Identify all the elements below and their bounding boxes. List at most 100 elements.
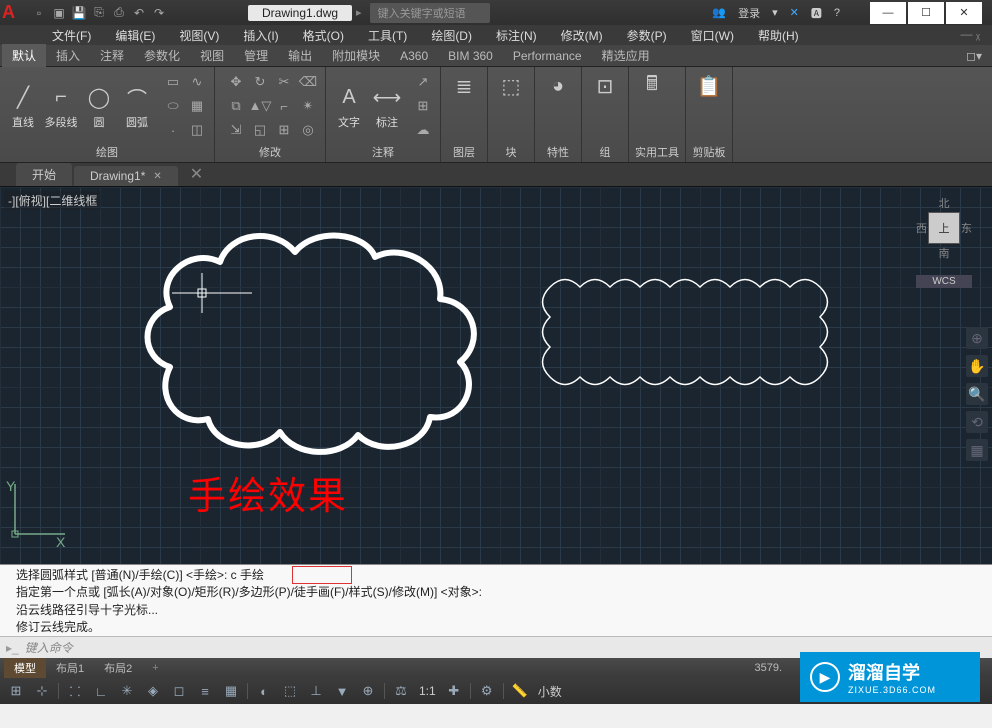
menu-view[interactable]: 视图(V) — [167, 25, 231, 45]
menu-modify[interactable]: 修改(M) — [549, 25, 615, 45]
ribbon-tab-insert[interactable]: 插入 — [46, 44, 90, 67]
fillet-icon[interactable]: ⌐ — [273, 95, 295, 117]
menubar-min-icon[interactable]: — ᵪ — [949, 25, 992, 45]
nav-zoom-icon[interactable]: 🔍 — [966, 383, 988, 405]
osnap-icon[interactable]: ◻ — [167, 681, 191, 701]
viewcube-south[interactable]: 南 — [916, 245, 972, 261]
nav-wheel-icon[interactable]: ⊕ — [966, 327, 988, 349]
viewcube[interactable]: 北 西 上 东 南 WCS — [916, 195, 972, 288]
ellipse-icon[interactable]: ⬭ — [162, 95, 184, 117]
ribbon-tab-output[interactable]: 输出 — [278, 44, 322, 67]
cycling-icon[interactable]: ◐ — [252, 681, 276, 701]
dynamicucs-icon[interactable]: ⊥ — [304, 681, 328, 701]
menu-help[interactable]: 帮助(H) — [746, 25, 811, 45]
ribbon-tab-manage[interactable]: 管理 — [234, 44, 278, 67]
ribbon-tab-home[interactable]: 默认 — [2, 44, 46, 67]
snapmode-icon[interactable]: ⸬ — [63, 681, 87, 701]
qat-new-icon[interactable]: ▫ — [30, 4, 48, 22]
lineweight-icon[interactable]: ≡ — [193, 681, 217, 701]
minimize-button[interactable]: — — [870, 2, 906, 24]
infocenter-search-icon[interactable]: 👥 — [712, 6, 726, 19]
menu-insert[interactable]: 插入(I) — [231, 25, 290, 45]
title-dropdown-icon[interactable]: ▸ — [356, 6, 362, 19]
ribbon-tab-addins[interactable]: 附加模块 — [322, 44, 390, 67]
maximize-button[interactable]: ☐ — [908, 2, 944, 24]
trim-icon[interactable]: ✂ — [273, 71, 295, 93]
signin-button[interactable]: 登录 — [738, 5, 760, 21]
sc-filter-icon[interactable]: ▼ — [330, 681, 354, 701]
table-icon[interactable]: ⊞ — [412, 95, 434, 117]
grid-icon[interactable]: ⊹ — [30, 681, 54, 701]
signin-dropdown-icon[interactable]: ▾ — [772, 6, 778, 19]
menu-draw[interactable]: 绘图(D) — [419, 25, 484, 45]
polar-icon[interactable]: ✳ — [115, 681, 139, 701]
block-button[interactable]: ⬚ — [494, 71, 528, 101]
menu-format[interactable]: 格式(O) — [291, 25, 356, 45]
scale-readout[interactable]: 1:1 — [415, 684, 440, 698]
viewcube-top[interactable]: 上 — [929, 213, 959, 243]
start-tab[interactable]: 开始 — [16, 163, 72, 186]
viewcube-west[interactable]: 西 — [916, 220, 927, 236]
point-icon[interactable]: · — [162, 119, 184, 141]
transparency-icon[interactable]: ▦ — [219, 681, 243, 701]
menu-parametric[interactable]: 参数(P) — [615, 25, 679, 45]
isodraft-icon[interactable]: ◈ — [141, 681, 165, 701]
gizmo-icon[interactable]: ⊕ — [356, 681, 380, 701]
offset-icon[interactable]: ◎ — [297, 119, 319, 141]
ribbon-tab-featured[interactable]: 精选应用 — [592, 44, 660, 67]
tab-close-icon[interactable]: ✕ — [153, 171, 161, 182]
menu-file[interactable]: 文件(F) — [40, 25, 103, 45]
qat-undo-icon[interactable]: ↶ — [130, 4, 148, 22]
help-search-input[interactable]: 键入关键字或短语 — [370, 3, 490, 23]
view-label[interactable]: -][俯视][二维线框 — [4, 191, 101, 210]
menu-tools[interactable]: 工具(T) — [356, 25, 419, 45]
menu-window[interactable]: 窗口(W) — [679, 25, 746, 45]
layout1-tab[interactable]: 布局1 — [46, 658, 94, 678]
ribbon-tab-annotate[interactable]: 注释 — [90, 44, 134, 67]
scale-icon[interactable]: ◱ — [249, 119, 271, 141]
new-tab-button[interactable]: ✕ — [180, 162, 213, 186]
units-icon[interactable]: 📏 — [508, 681, 532, 701]
command-input-placeholder[interactable]: 键入命令 — [25, 639, 73, 656]
exchange-icon[interactable]: ✕ — [790, 6, 799, 19]
array-icon[interactable]: ⊞ — [273, 119, 295, 141]
ortho-icon[interactable]: ∟ — [89, 681, 113, 701]
rect-icon[interactable]: ▭ — [162, 71, 184, 93]
hatch-icon[interactable]: ▦ — [186, 95, 208, 117]
close-button[interactable]: ✕ — [946, 2, 982, 24]
line-button[interactable]: ╱直线 — [6, 82, 40, 130]
explode-icon[interactable]: ✴ — [297, 95, 319, 117]
viewcube-east[interactable]: 东 — [961, 220, 972, 236]
move-icon[interactable]: ✥ — [225, 71, 247, 93]
3dosnap-icon[interactable]: ⬚ — [278, 681, 302, 701]
qat-open-icon[interactable]: ▣ — [50, 4, 68, 22]
annoscale-icon[interactable]: ⚖ — [389, 681, 413, 701]
annotation-monitor-icon[interactable]: ✚ — [442, 681, 466, 701]
model-tab[interactable]: 模型 — [4, 658, 46, 678]
leader-icon[interactable]: ↗ — [412, 71, 434, 93]
qat-plot-icon[interactable]: ⎙ — [110, 4, 128, 22]
viewcube-north[interactable]: 北 — [916, 195, 972, 211]
cloud-icon[interactable]: ☁ — [412, 119, 434, 141]
nav-orbit-icon[interactable]: ⟲ — [966, 411, 988, 433]
menu-edit[interactable]: 编辑(E) — [103, 25, 167, 45]
units-readout[interactable]: 小数 — [534, 683, 566, 700]
stretch-icon[interactable]: ⇲ — [225, 119, 247, 141]
circle-button[interactable]: ◯圆 — [82, 82, 116, 130]
rotate-icon[interactable]: ↻ — [249, 71, 271, 93]
text-button[interactable]: A文字 — [332, 82, 366, 130]
nav-pan-icon[interactable]: ✋ — [966, 355, 988, 377]
modelspace-icon[interactable]: ⊞ — [4, 681, 28, 701]
region-icon[interactable]: ◫ — [186, 119, 208, 141]
add-layout-button[interactable]: + — [142, 660, 168, 676]
menu-dimension[interactable]: 标注(N) — [484, 25, 549, 45]
stayconnected-icon[interactable]: 🅰 — [811, 5, 822, 21]
groups-button[interactable]: ⊡ — [588, 71, 622, 101]
polyline-button[interactable]: ⌐多段线 — [44, 82, 78, 130]
erase-icon[interactable]: ⌫ — [297, 71, 319, 93]
drawing-tab[interactable]: Drawing1*✕ — [74, 166, 178, 186]
ribbon-collapse-icon[interactable]: ◻▾ — [956, 46, 992, 66]
arc-button[interactable]: ⌒圆弧 — [120, 82, 154, 130]
mirror-icon[interactable]: ▲▽ — [249, 95, 271, 117]
help-icon[interactable]: ? — [834, 7, 840, 19]
